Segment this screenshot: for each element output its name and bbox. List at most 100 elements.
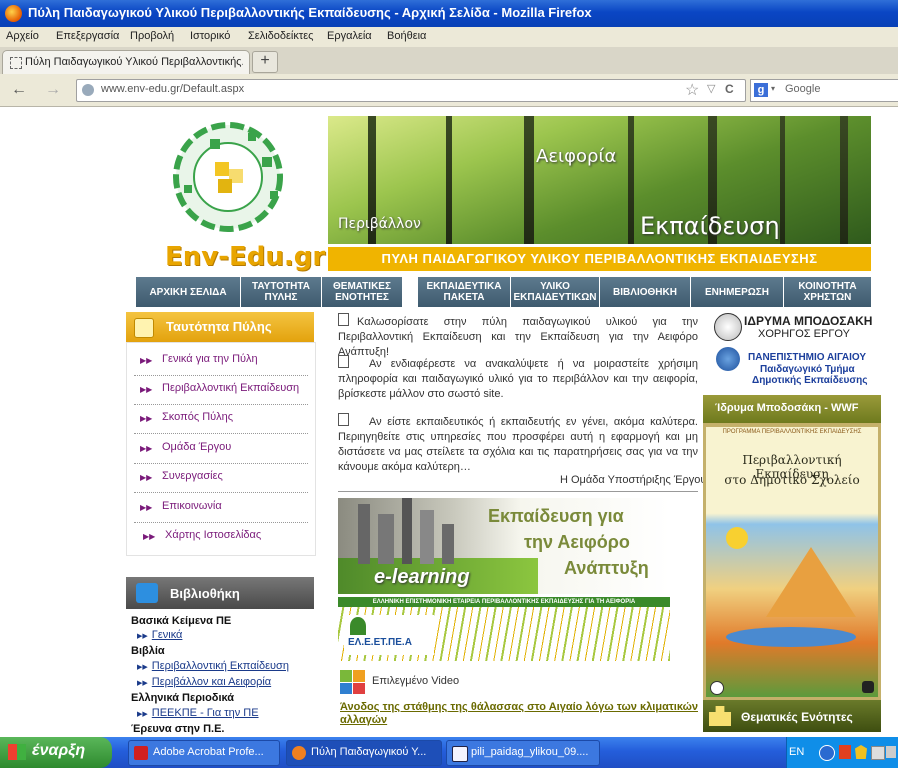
menu-history[interactable]: Ιστορικό: [190, 30, 230, 42]
window-title: Πύλη Παιδαγωγικού Υλικού Περιβαλλοντικής…: [28, 5, 592, 20]
hero-word-sustainability: Αειφορία: [536, 146, 617, 167]
menu-edit[interactable]: Επεξεργασία: [56, 30, 119, 42]
wwf-box-header: Ίδρυμα Μποδοσάκη - WWF: [703, 395, 881, 423]
book-title-2: στο Δημοτικό Σχολείο: [724, 473, 860, 487]
library-list: Βασικά Κείμενα ΠΕ ▶▶ Γενικά Βιβλία ▶▶ Περι…: [131, 615, 311, 737]
reload-icon[interactable]: C: [725, 82, 734, 96]
google-icon[interactable]: g: [754, 83, 768, 97]
forward-icon[interactable]: →: [42, 80, 64, 100]
task-word-document[interactable]: pili_paidag_ylikou_09....: [446, 740, 600, 766]
nav-home[interactable]: ΑΡΧΙΚΗ ΣΕΛΙΔΑ: [136, 277, 241, 307]
eleetpea-logo: ΕΛ.Ε.ΕΤ.ΠΕ.Α: [344, 615, 434, 655]
puzzle-piece-icon: [709, 706, 731, 726]
start-label: έναρξη: [32, 742, 86, 759]
start-button[interactable]: έναρξη: [0, 737, 112, 768]
document-icon: [338, 413, 349, 426]
library-heading-research: Έρευνα στην Π.Ε.: [131, 723, 225, 735]
tab-title: Πύλη Παιδαγωγικού Υλικού Περιβαλλοντικής…: [25, 56, 243, 68]
library-link-peekpe[interactable]: ΠΕΕΚΠΕ - Για την ΠΕ: [152, 707, 259, 719]
library-heading-basic-texts: Βασικά Κείμενα ΠΕ: [131, 615, 232, 627]
wwf-book-cover[interactable]: ΠΡΟΓΡΑΜΜΑ ΠΕΡΙΒΑΛΛΟΝΤΙΚΗΣ ΕΚΠΑΙΔΕΥΣΗΣ Πε…: [706, 427, 878, 697]
notes-icon: [134, 318, 154, 338]
library-heading-greek-journals: Ελληνικά Περιοδικά: [131, 692, 235, 704]
nav-portal-identity[interactable]: ΤΑΥΤΟΤΗΤΑ ΠΥΛΗΣ: [241, 277, 322, 307]
library-link-environment-sustainability[interactable]: Περιβάλλον και Αειφορία: [152, 676, 271, 688]
document-icon: [338, 355, 349, 368]
library-box-header: Βιβλιοθήκη: [126, 577, 314, 609]
library-link-environmental-education[interactable]: Περιβαλλοντική Εκπαίδευση: [152, 660, 289, 672]
task-adobe-acrobat[interactable]: Adobe Acrobat Profe...: [128, 740, 280, 766]
aegean-university-logo-icon: [716, 347, 740, 371]
identity-link-team[interactable]: ▶▶ Ομάδα Έργου: [134, 434, 308, 464]
aegean-university-name[interactable]: ΠΑΝΕΠΙΣΤΗΜΙΟ ΑΙΓΑΙΟΥ: [748, 352, 866, 363]
library-link-general[interactable]: Γενικά: [152, 629, 183, 641]
nav-thematic-units[interactable]: ΘΕΜΑΤΙΚΕΣ ΕΝΟΤΗΤΕΣ: [322, 277, 403, 307]
bodosakis-seal-icon: [714, 313, 742, 341]
eleetpea-banner[interactable]: ΕΛΛΗΝΙΚΗ ΕΠΙΣΤΗΜΟΝΙΚΗ ΕΤΑΙΡΕΙΑ ΠΕΡΙΒΑΛΛΟ…: [338, 597, 670, 661]
nav-news[interactable]: ΕΝΗΜΕΡΩΣΗ: [691, 277, 784, 307]
hero-word-education: Εκπαίδευση: [640, 212, 780, 240]
sun-icon: [726, 527, 748, 549]
divider: [338, 491, 698, 492]
identity-link-partnerships[interactable]: ▶▶ Συνεργασίες: [134, 463, 308, 493]
network-icon[interactable]: [871, 746, 885, 760]
menu-bar: Αρχείο Επεξεργασία Προβολή Ιστορικό Σελι…: [0, 27, 898, 48]
thematic-box-header: Θεματικές Ενότητες: [703, 700, 881, 732]
elearning-line-1: Εκπαίδευση για: [488, 506, 624, 526]
hero-word-environment: Περιβάλλον: [338, 216, 421, 232]
library-heading-books: Βιβλία: [131, 645, 165, 657]
browser-tab[interactable]: Πύλη Παιδαγωγικού Υλικού Περιβαλλοντικής…: [2, 50, 250, 74]
featured-video-label: Επιλεγμένο Video: [372, 675, 460, 687]
language-indicator[interactable]: EN: [789, 746, 804, 758]
identity-link-purpose[interactable]: ▶▶ Σκοπός Πύλης: [134, 404, 308, 434]
shield-icon[interactable]: [855, 745, 867, 759]
river-drawing: [726, 627, 856, 647]
back-icon[interactable]: ←: [8, 80, 30, 100]
nav-user-community[interactable]: ΚΟΙΝΟΤΗΤΑ ΧΡΗΣΤΩΝ: [784, 277, 871, 307]
tree-icon: [350, 617, 366, 635]
site-banner-title: ΠΥΛΗ ΠΑΙΔΑΓΩΓΙΚΟΥ ΥΛΙΚΟΥ ΠΕΡΙΒΑΛΛΟΝΤΙΚΗΣ…: [328, 247, 871, 271]
featured-video-link[interactable]: Άνοδος της στάθμης της θάλασσας στο Αιγα…: [340, 701, 698, 727]
new-tab-button[interactable]: +: [252, 51, 278, 73]
thematic-box-title: Θεματικές Ενότητες: [741, 710, 853, 724]
identity-link-general[interactable]: ▶▶ Γενικά για την Πύλη: [134, 346, 308, 376]
nav-bar: ← → www.env-edu.gr/Default.aspx ☆ ▽ C g …: [0, 74, 898, 107]
url-text: www.env-edu.gr/Default.aspx: [101, 83, 245, 95]
search-box[interactable]: g ▾ Google: [750, 79, 898, 102]
puzzle-icon: [340, 670, 368, 694]
page-favicon-icon: [10, 57, 22, 69]
acrobat-tray-icon[interactable]: [839, 745, 851, 759]
menu-view[interactable]: Προβολή: [130, 30, 174, 42]
tab-strip: Πύλη Παιδαγωγικού Υλικού Περιβαλλοντικής…: [0, 47, 898, 75]
menu-file[interactable]: Αρχείο: [6, 30, 39, 42]
volume-icon[interactable]: [886, 746, 896, 758]
aegean-department-sub: Δημοτικής Εκπαίδευσης: [752, 375, 868, 386]
aegean-department: Παιδαγωγικό Τμήμα: [760, 364, 855, 375]
identity-box-title: Ταυτότητα Πύλης: [166, 319, 272, 334]
welcome-text-3: Αν είστε εκπαιδευτικός ή εκπαιδευτής εν …: [338, 413, 698, 475]
elearning-banner[interactable]: Εκπαίδευση για την Αειφόρο Ανάπτυξη e-le…: [338, 498, 670, 594]
nav-teacher-material[interactable]: ΥΛΙΚΟ ΕΚΠΑΙΔΕΥΤΙΚΩΝ: [511, 277, 600, 307]
task-firefox-portal[interactable]: Πύλη Παιδαγωγικού Υ...: [286, 740, 442, 766]
site-logo-text[interactable]: Env-Edu.gr: [165, 242, 325, 272]
bookmark-star-icon[interactable]: ☆: [685, 80, 699, 100]
elearning-tag: e-learning: [374, 566, 470, 588]
search-engine-dropdown-icon[interactable]: ▾: [771, 84, 775, 93]
nav-library[interactable]: ΒΙΒΛΙΟΘΗΚΗ: [600, 277, 691, 307]
url-dropdown-icon[interactable]: ▽: [707, 82, 715, 95]
menu-bookmarks[interactable]: Σελιδοδείκτες: [248, 30, 313, 42]
bodosakis-name[interactable]: ΙΔΡΥΜΑ ΜΠΟΔΟΣΑΚΗ: [744, 314, 872, 328]
identity-box-header: Ταυτότητα Πύλης: [126, 312, 314, 342]
wwf-box-title: Ίδρυμα Μποδοσάκη - WWF: [715, 402, 859, 414]
site-logo-icon[interactable]: [170, 117, 290, 237]
collapse-tray-icon[interactable]: [819, 745, 835, 761]
menu-help[interactable]: Βοήθεια: [387, 30, 426, 42]
identity-link-sitemap[interactable]: ▶▶ Χάρτης Ιστοσελίδας: [134, 522, 308, 551]
taskbar: έναρξη Adobe Acrobat Profe... Πύλη Παιδα…: [0, 737, 898, 768]
identity-link-environmental-education[interactable]: ▶▶ Περιβαλλοντική Εκπαίδευση: [134, 375, 308, 405]
web-page: Env-Edu.gr Αειφορία Περιβάλλον Εκπαίδευσ…: [0, 107, 898, 737]
identity-link-contact[interactable]: ▶▶ Επικοινωνία: [134, 493, 308, 523]
nav-educational-packages[interactable]: ΕΚΠΑΙΔΕΥΤΙΚΑ ΠΑΚΕΤΑ: [418, 277, 511, 307]
menu-tools[interactable]: Εργαλεία: [327, 30, 372, 42]
url-bar[interactable]: www.env-edu.gr/Default.aspx ☆ ▽ C: [76, 79, 746, 102]
